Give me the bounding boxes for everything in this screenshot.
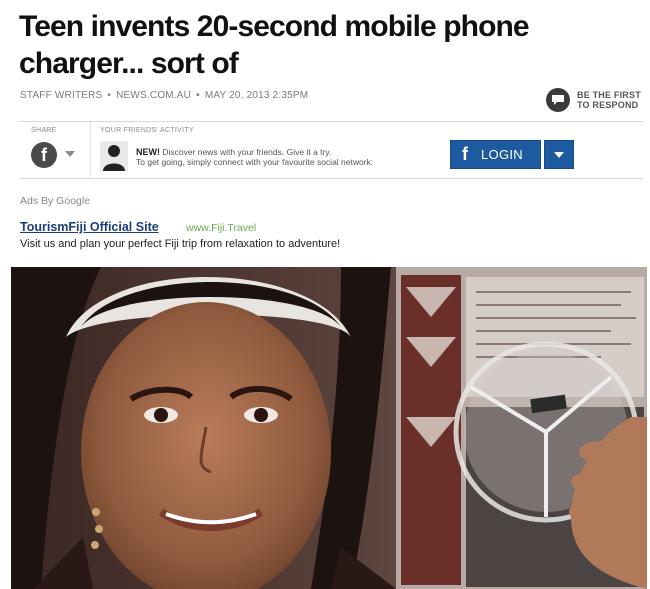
caret-down-icon (554, 151, 564, 158)
byline-separator: • (196, 90, 200, 101)
avatar (100, 141, 128, 171)
share-dropdown-icon[interactable] (65, 151, 75, 157)
article-photo (11, 267, 647, 589)
byline-date: MAY 20, 2013 2:35PM (204, 90, 309, 101)
share-label: SHARE (31, 127, 57, 134)
be-first-to-respond-link[interactable]: BE THE FIRST TO RESPOND (546, 87, 650, 113)
share-section: SHARE f (19, 122, 91, 178)
respond-text: BE THE FIRST TO RESPOND (577, 90, 641, 110)
facebook-f-icon: f (462, 144, 468, 164)
friends-line2: To get going, simply connect with your f… (136, 157, 374, 167)
byline: STAFF WRITERS • NEWS.COM.AU • MAY 20, 2013 2… (20, 90, 308, 101)
login-dropdown-button[interactable] (544, 140, 574, 169)
respond-line2: TO RESPOND (577, 100, 639, 110)
ad-description: Visit us and plan your perfect Fiji trip… (20, 238, 341, 250)
ad-url-link[interactable]: www.Fiji.Travel (186, 222, 256, 234)
new-badge: NEW! (136, 147, 160, 157)
friends-activity-label: YOUR FRIENDS' ACTIVITY (100, 127, 194, 134)
byline-author[interactable]: STAFF WRITERS (20, 90, 102, 101)
comment-bubble-icon (546, 88, 570, 112)
share-bar: SHARE f YOUR FRIENDS' ACTIVITY NEW! Disc… (19, 121, 643, 179)
ad-title-link[interactable]: TourismFiji Official Site (20, 220, 159, 234)
facebook-icon[interactable]: f (31, 142, 57, 168)
byline-source[interactable]: NEWS.COM.AU (116, 90, 191, 101)
friends-line1: Discover news with your friends. Give it… (162, 147, 332, 157)
ads-label: Ads By Google (20, 195, 91, 207)
byline-separator: • (107, 90, 112, 101)
headline: Teen invents 20-second mobile phone char… (19, 10, 530, 80)
friends-activity-text: NEW! Discover news with your friends. Gi… (136, 147, 373, 167)
login-button[interactable]: f LOGIN (450, 140, 541, 169)
respond-line1: BE THE FIRST (577, 90, 641, 100)
login-label: LOGIN (481, 147, 523, 162)
